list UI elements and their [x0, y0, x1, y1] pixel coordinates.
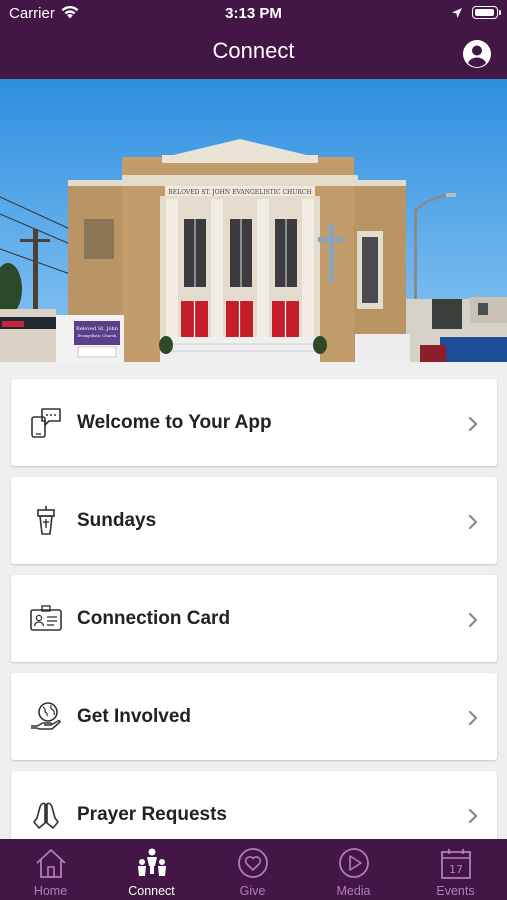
tab-label: Media [336, 884, 371, 898]
menu-item-prayer-requests[interactable]: Prayer Requests [11, 771, 497, 839]
menu-item-label: Get Involved [77, 706, 192, 727]
tab-media[interactable]: Media [303, 839, 404, 900]
menu-item-label: Connection Card [77, 608, 231, 629]
tab-bar: Home Connect Give Media 17 Events [0, 839, 507, 900]
people-icon [138, 848, 166, 876]
page-title: Connect [212, 38, 295, 63]
clock: 3:13 PM [225, 5, 282, 22]
tab-give[interactable]: Give [202, 839, 303, 900]
app-screen: Carrier 3:13 PM Connect BELOVED ST. JOHN… [0, 0, 507, 900]
tab-label: Home [33, 884, 68, 898]
sign-board-subtitle: Evangelistic Church [78, 333, 117, 338]
menu-item-welcome[interactable]: Welcome to Your App [11, 379, 497, 466]
heart-circle-icon [238, 848, 268, 878]
chevron-right-icon [468, 612, 478, 628]
profile-icon[interactable] [462, 39, 492, 69]
phone-chat-icon [31, 408, 61, 438]
chevron-right-icon [468, 514, 478, 530]
calendar-date: 17 [449, 863, 463, 876]
status-bar: Carrier 3:13 PM [0, 0, 507, 28]
hand-globe-icon [31, 702, 61, 730]
tab-events[interactable]: 17 Events [405, 839, 506, 900]
home-icon [36, 849, 66, 878]
tab-label: Give [239, 884, 266, 898]
praying-hands-icon [33, 802, 59, 829]
tab-connect[interactable]: Connect [101, 839, 202, 900]
tab-label: Events [436, 884, 475, 898]
top-bar: Carrier 3:13 PM Connect [0, 0, 507, 79]
church-illustration: BELOVED ST. JOHN EVANGELISTIC CHURCH Bel… [0, 79, 507, 362]
sign-board-title: Beloved St. John [76, 326, 119, 332]
chevron-right-icon [468, 416, 478, 432]
building-sign-text: BELOVED ST. JOHN EVANGELISTIC CHURCH [168, 189, 311, 196]
chevron-right-icon [468, 710, 478, 726]
location-arrow-icon [452, 8, 462, 18]
menu-item-sundays[interactable]: Sundays [11, 477, 497, 564]
menu-item-connection-card[interactable]: Connection Card [11, 575, 497, 662]
tab-home[interactable]: Home [0, 839, 101, 900]
hero-image: BELOVED ST. JOHN EVANGELISTIC CHURCH Bel… [0, 79, 507, 362]
menu-list: Welcome to Your App Sundays Connection C… [0, 362, 507, 839]
battery-icon [472, 6, 501, 19]
play-circle-icon [339, 848, 369, 878]
menu-item-label: Welcome to Your App [77, 412, 272, 433]
menu-item-label: Prayer Requests [77, 804, 227, 825]
tab-label: Connect [128, 884, 175, 898]
calendar-icon: 17 [441, 849, 471, 879]
menu-item-get-involved[interactable]: Get Involved [11, 673, 497, 760]
menu-item-label: Sundays [77, 510, 157, 531]
id-card-icon [30, 605, 62, 631]
chevron-right-icon [468, 808, 478, 824]
pulpit-icon [37, 506, 55, 535]
